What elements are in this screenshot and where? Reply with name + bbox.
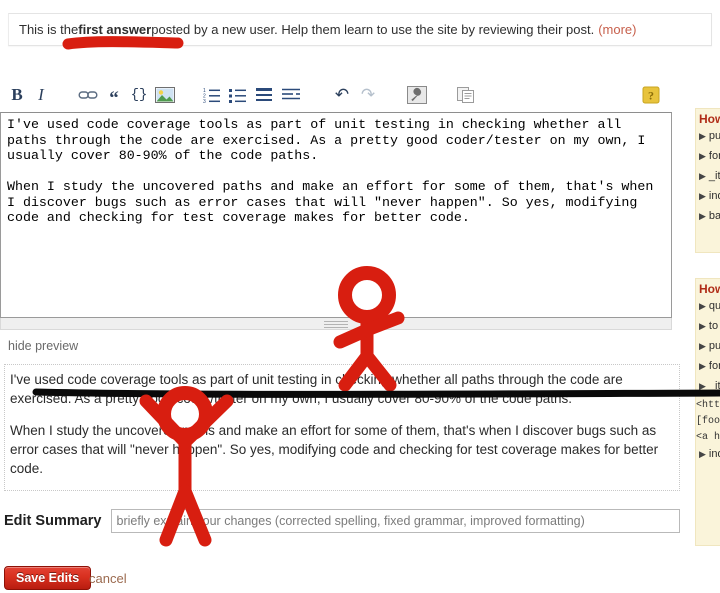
notice-text-before: This is the [19,22,79,37]
hide-preview-link[interactable]: hide preview [8,339,78,353]
help-icon: ? [642,86,660,104]
formatting-help-box-1: How to Format put returns between paragr… [695,108,720,253]
save-edits-button[interactable]: Save Edits [4,566,92,590]
redo-icon: ↷ [360,85,376,104]
formatting-help-heading: How to Format [699,112,720,126]
code-example: [foo](https://example.com) [696,416,720,427]
svg-text:3: 3 [203,99,206,103]
edit-summary-input[interactable] [110,509,680,533]
edit-summary-row: Edit Summary [4,508,680,534]
editor-area [0,112,672,330]
formatting-help-list-trailing: indent code by 4 spaces [696,447,720,461]
notice-more-link[interactable]: (more) [598,22,636,37]
formatting-help-list: quote by placing > at start of line to m… [696,299,720,393]
formatting-help-list: put returns between paragraphs for lineb… [696,129,720,223]
horizontal-rule-icon [282,88,300,100]
list-item: _italic_ or **bold** [699,379,720,393]
bullet-list-icon [229,89,246,103]
code-button[interactable]: {} [128,82,150,108]
list-item: put returns between paragraphs [699,129,720,143]
formatting-help-box-2: How to Format quote by placing > at star… [695,278,720,546]
list-item: indent code by 4 spaces [699,447,720,461]
post-body-textarea[interactable] [0,112,672,318]
heading-icon [256,88,272,101]
list-item: backtick escapes `like _so_` [699,209,720,223]
edit-summary-label: Edit Summary [4,513,102,529]
formatting-help-heading: How to Format [699,282,720,296]
markdown-preview: I've used code coverage tools as part of… [4,364,680,491]
tools-button[interactable] [406,82,428,108]
list-item: for linebreak add 2 spaces at end [699,359,720,373]
list-item: put returns between paragraphs [699,339,720,353]
list-item: for linebreak add 2 spaces at end [699,149,720,163]
sidebar-gap [695,253,720,278]
italic-icon: I [38,85,44,104]
cancel-link[interactable]: cancel [89,571,127,586]
italic-button[interactable]: I [32,82,50,108]
bold-icon: B [11,85,23,104]
bullet-list-button[interactable] [228,82,248,108]
link-button[interactable] [78,82,98,108]
undo-icon: ↶ [334,85,350,104]
textarea-resize-grip[interactable] [0,318,672,330]
redo-button[interactable]: ↷ [358,82,378,108]
image-icon [155,87,175,103]
code-icon: {} [130,87,148,103]
ordered-list-button[interactable]: 123 [202,82,222,108]
quote-icon: “ [109,88,119,109]
code-example: <a href="https://example.com">foo</a> [696,432,720,443]
ordered-list-icon: 123 [203,88,220,103]
undo-button[interactable]: ↶ [332,82,352,108]
code-example: <https://example.com> [696,400,720,411]
notice-text-after: posted by a new user. Help them learn to… [151,22,595,37]
svg-text:?: ? [648,89,654,103]
copy-button[interactable] [454,82,478,108]
help-button[interactable]: ? [640,82,662,108]
list-item: quote by placing > at start of line [699,299,720,313]
bold-button[interactable]: B [8,82,26,108]
preview-paragraph: When I study the uncovered paths and mak… [10,423,659,476]
grip-lines-icon [324,321,348,322]
link-icon [78,91,98,99]
wrench-icon [407,86,427,104]
list-item: to make links (use https whenever possib… [699,319,720,333]
heading-button[interactable] [254,82,274,108]
notice-highlight: first answer [78,22,152,37]
editor-toolbar: B I “ {} 1 2 3 ↶ ↷ ? [0,82,672,112]
list-item: indent code by 4 spaces [699,189,720,203]
list-item: _italic_ or **bold** [699,169,720,183]
image-button[interactable] [154,82,176,108]
blockquote-button[interactable]: “ [104,82,124,108]
horizontal-rule-button[interactable] [280,82,302,108]
first-answer-notice: This is the first answer posted by a new… [8,13,712,46]
edit-post-page: This is the first answer posted by a new… [0,0,720,593]
preview-paragraph: I've used code coverage tools as part of… [10,372,623,406]
copy-icon [457,87,474,103]
